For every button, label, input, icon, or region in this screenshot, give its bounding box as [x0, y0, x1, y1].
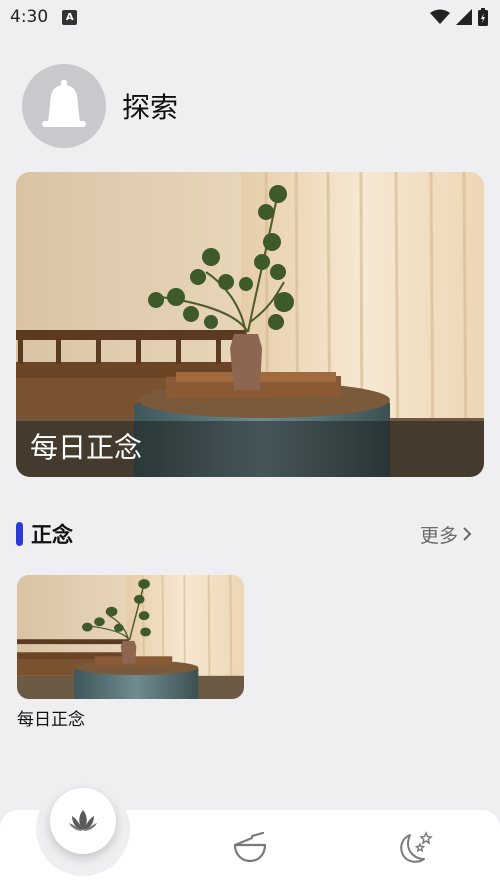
battery-icon [478, 8, 488, 26]
more-label: 更多 [419, 524, 458, 547]
section-title: 正念 [31, 523, 73, 547]
featured-card-caption: 每日正念 [16, 421, 484, 477]
card-label: 每日正念 [17, 710, 85, 730]
status-icons [430, 8, 488, 26]
nav-sleep-button[interactable] [396, 828, 436, 868]
featured-card[interactable]: 每日正念 [16, 172, 484, 477]
cellular-signal-icon [456, 9, 472, 25]
bowl-icon [233, 832, 267, 863]
status-bar: 4:30 A [0, 0, 500, 34]
page-header: 探索 [22, 64, 178, 148]
section-accent-bar [16, 522, 23, 546]
avatar[interactable] [22, 64, 106, 148]
nav-bowl-button[interactable] [230, 828, 270, 868]
section-header: 正念 更多 [16, 518, 472, 550]
page-title: 探索 [122, 91, 179, 124]
notification-app-icon: A [62, 9, 78, 25]
lotus-icon [69, 810, 97, 831]
card-image [17, 575, 244, 699]
wifi-icon [430, 9, 450, 24]
nav-explore-button[interactable] [50, 788, 116, 854]
moon-stars-icon [400, 831, 433, 863]
chevron-right-icon [463, 527, 472, 541]
mindfulness-card[interactable]: 每日正念 [17, 575, 244, 730]
bell-icon [42, 80, 86, 127]
more-link[interactable]: 更多 [420, 521, 472, 548]
status-time: 4:30 [10, 7, 49, 27]
card-thumbnail [17, 575, 244, 699]
